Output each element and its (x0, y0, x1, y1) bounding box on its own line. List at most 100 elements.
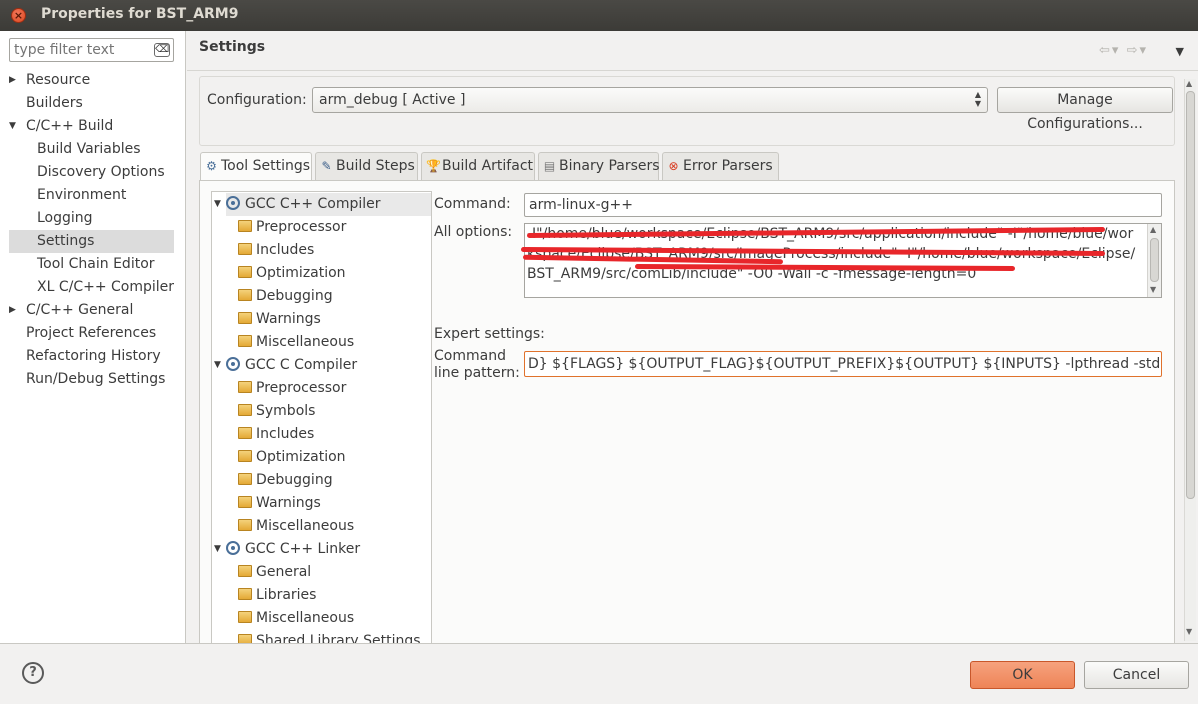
option-label: Symbols (256, 403, 316, 419)
tool-option-warnings[interactable]: Warnings (238, 492, 321, 515)
page-scrollbar[interactable]: ▲ ▼ (1184, 79, 1196, 641)
tool-option-preprocessor[interactable]: Preprocessor (238, 216, 346, 239)
folder-icon (238, 289, 252, 301)
tool-tree: ▼ GCC C++ Compiler Preprocessor Includes… (211, 191, 432, 644)
option-label: Preprocessor (256, 219, 347, 235)
command-input[interactable]: arm-linux-g++ (524, 193, 1162, 217)
all-options-textarea[interactable]: -I"/home/blue/workspace/Eclipse/BST_ARM9… (520, 223, 1162, 298)
tab-build-steps[interactable]: ✎ Build Steps (315, 152, 418, 180)
option-label: Miscellaneous (256, 518, 355, 534)
tab-build-artifact[interactable]: 🏆 Build Artifact (421, 152, 535, 180)
tool-option-optimization[interactable]: Optimization (238, 446, 346, 469)
gear-icon: ⚙ (206, 159, 217, 173)
tool-c-compiler[interactable]: GCC C Compiler (226, 354, 357, 377)
tool-option-preprocessor[interactable]: Preprocessor (238, 377, 346, 400)
updown-arrows-icon: ▲ ▼ (974, 90, 981, 108)
forward-arrow-icon[interactable]: ⇨▾ (1127, 43, 1148, 58)
help-button[interactable]: ? (22, 662, 44, 684)
tree-item-settings[interactable]: Settings (9, 230, 174, 253)
close-window-button[interactable]: × (11, 8, 26, 23)
tab-label: Build Steps (336, 158, 415, 174)
scroll-thumb[interactable] (1186, 91, 1195, 499)
configuration-group: Configuration: arm_debug [ Active ] ▲ ▼ M… (199, 76, 1175, 146)
tool-option-symbols[interactable]: Symbols (238, 400, 315, 423)
scroll-down-icon[interactable]: ▼ (1186, 627, 1192, 636)
tool-option-includes[interactable]: Includes (238, 423, 314, 446)
tool-option-miscellaneous[interactable]: Miscellaneous (238, 607, 354, 630)
gear-icon (226, 541, 240, 555)
tool-label: GCC C Compiler (245, 357, 358, 373)
collapse-c-compiler-icon[interactable]: ▼ (214, 360, 221, 370)
tab-error-parsers[interactable]: ⊗ Error Parsers (662, 152, 779, 180)
tool-option-includes[interactable]: Includes (238, 239, 314, 262)
folder-icon (238, 266, 252, 278)
folder-icon (238, 450, 252, 462)
tree-item-tool-chain-editor[interactable]: Tool Chain Editor (37, 253, 155, 276)
option-label: Optimization (256, 265, 346, 281)
collapse-linker-icon[interactable]: ▼ (214, 544, 221, 554)
tree-item-run-debug-settings[interactable]: Run/Debug Settings (26, 368, 165, 391)
tool-cpp-linker[interactable]: GCC C++ Linker (226, 538, 360, 561)
collapse-cpp-build-icon[interactable]: ▼ (9, 121, 16, 131)
tab-label: Error Parsers (683, 158, 773, 174)
tool-option-debugging[interactable]: Debugging (238, 469, 333, 492)
ok-button[interactable]: OK (970, 661, 1075, 689)
tool-option-miscellaneous[interactable]: Miscellaneous (238, 331, 354, 354)
view-menu-icon[interactable]: ▼ (1176, 45, 1184, 58)
tool-option-shared-library[interactable]: Shared Library Settings (238, 630, 421, 643)
folder-icon (238, 243, 252, 255)
tool-option-optimization[interactable]: Optimization (238, 262, 346, 285)
navigation-arrows: ⇦▾ ⇨▾ (1099, 43, 1148, 58)
folder-icon (238, 381, 252, 393)
cancel-button[interactable]: Cancel (1084, 661, 1189, 689)
configuration-label: Configuration: (207, 92, 307, 108)
back-arrow-icon[interactable]: ⇦▾ (1099, 43, 1120, 58)
tree-item-logging[interactable]: Logging (37, 207, 93, 230)
folder-icon (238, 335, 252, 347)
folder-icon (238, 565, 252, 577)
option-label: General (256, 564, 312, 580)
gear-icon (226, 357, 240, 371)
folder-icon (238, 611, 252, 623)
tree-item-project-references[interactable]: Project References (26, 322, 156, 345)
tab-binary-parsers[interactable]: ▤ Binary Parsers (538, 152, 660, 180)
manage-configurations-button[interactable]: Manage Configurations... (997, 87, 1173, 132)
tool-cpp-compiler[interactable]: GCC C++ Compiler (226, 193, 431, 216)
tool-option-general[interactable]: General (238, 561, 311, 584)
options-scrollbar[interactable]: ▲ ▼ (1147, 224, 1161, 297)
collapse-cpp-compiler-icon[interactable]: ▼ (214, 199, 221, 209)
tool-option-warnings[interactable]: Warnings (238, 308, 321, 331)
tree-item-refactoring-history[interactable]: Refactoring History (26, 345, 161, 368)
tree-item-xl-compiler[interactable]: XL C/C++ Compiler (37, 276, 174, 299)
tab-label: Build Artifact (442, 158, 533, 174)
tab-tool-settings[interactable]: ⚙ Tool Settings (200, 152, 312, 181)
tool-option-libraries[interactable]: Libraries (238, 584, 316, 607)
scroll-up-icon[interactable]: ▲ (1186, 79, 1192, 88)
scroll-up-icon[interactable]: ▲ (1150, 225, 1156, 234)
folder-icon (238, 519, 252, 531)
option-label: Includes (256, 242, 315, 258)
folder-icon (238, 404, 252, 416)
tree-item-cpp-build[interactable]: C/C++ Build (26, 115, 113, 138)
folder-icon (238, 588, 252, 600)
tree-item-builders[interactable]: Builders (26, 92, 83, 115)
option-label: Debugging (256, 288, 333, 304)
tool-option-miscellaneous[interactable]: Miscellaneous (238, 515, 354, 538)
tree-item-build-variables[interactable]: Build Variables (37, 138, 141, 161)
clear-filter-icon[interactable]: ⌫ (154, 43, 170, 57)
expand-cpp-general-icon[interactable]: ▶ (9, 305, 16, 315)
scroll-down-icon[interactable]: ▼ (1150, 285, 1156, 294)
filter-input[interactable] (10, 39, 148, 61)
tree-item-discovery-options[interactable]: Discovery Options (37, 161, 165, 184)
tree-item-cpp-general[interactable]: C/C++ General (26, 299, 133, 322)
tree-item-environment[interactable]: Environment (37, 184, 126, 207)
command-line-pattern-input[interactable]: D} ${FLAGS} ${OUTPUT_FLAG}${OUTPUT_PREFI… (524, 351, 1162, 377)
scroll-thumb[interactable] (1150, 238, 1159, 282)
tab-label: Binary Parsers (559, 158, 660, 174)
expand-resource-icon[interactable]: ▶ (9, 75, 16, 85)
tree-item-resource[interactable]: Resource (26, 69, 90, 92)
tool-label: GCC C++ Compiler (245, 196, 381, 212)
configuration-select[interactable]: arm_debug [ Active ] ▲ ▼ (312, 87, 988, 113)
tool-option-debugging[interactable]: Debugging (238, 285, 333, 308)
gear-icon (226, 196, 240, 210)
